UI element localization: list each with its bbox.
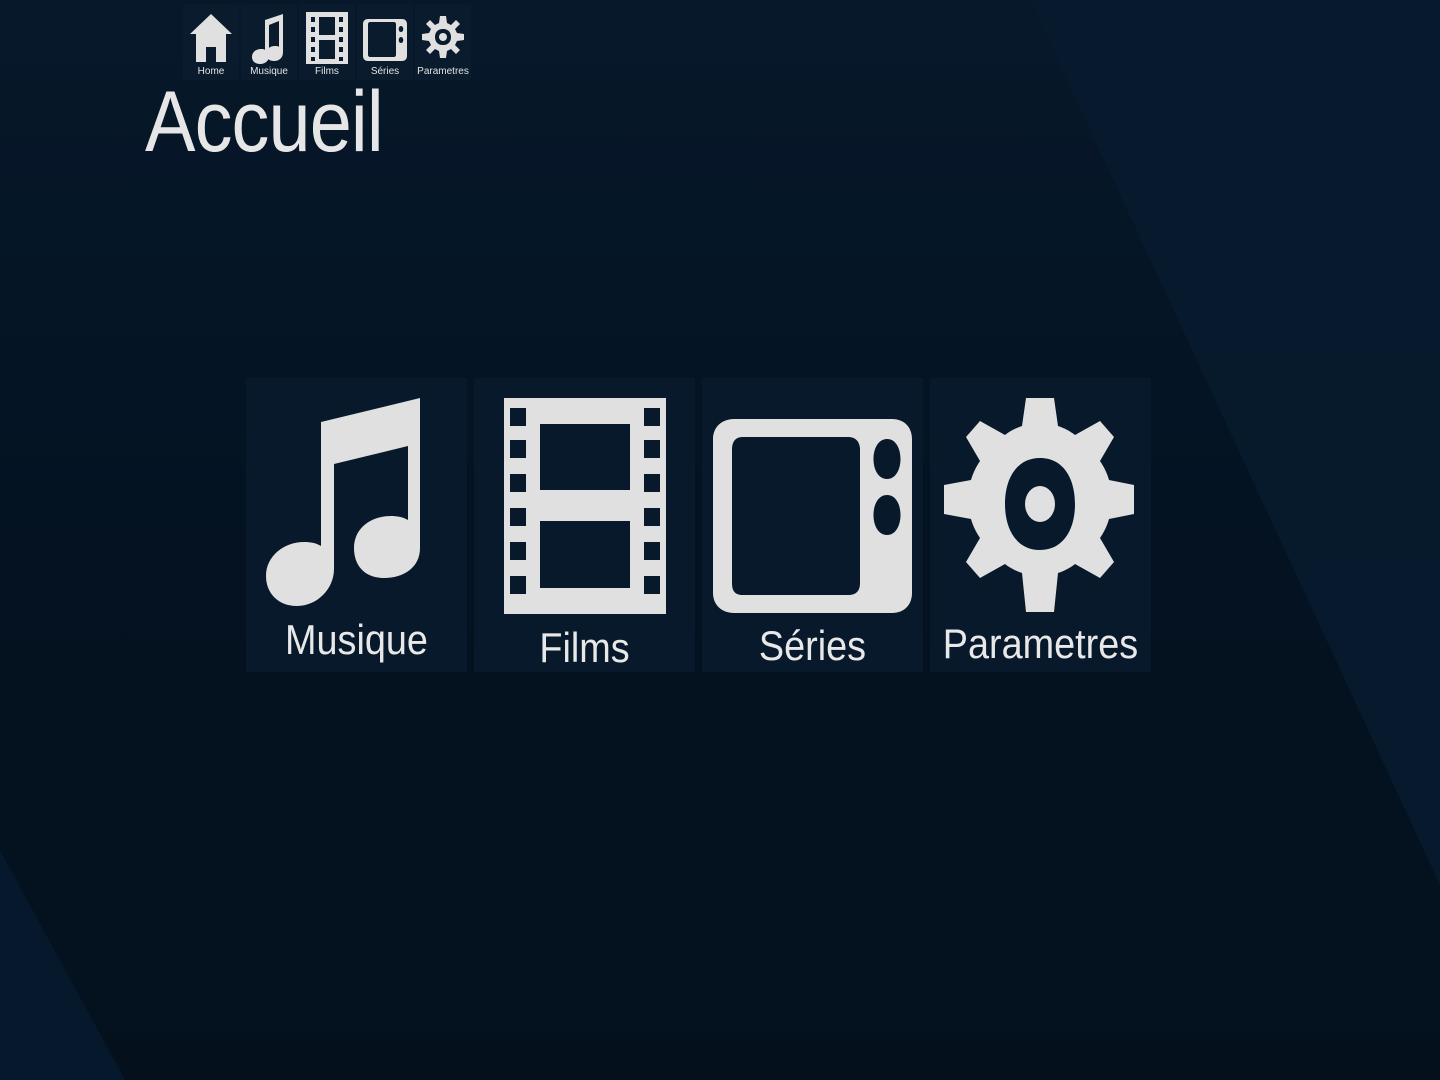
gear-icon bbox=[930, 378, 1151, 628]
tile-films[interactable]: Films bbox=[474, 378, 695, 672]
tile-series-label: Séries bbox=[758, 622, 867, 669]
film-strip-icon bbox=[474, 378, 695, 628]
tile-series[interactable]: Séries bbox=[702, 378, 923, 672]
nav-home[interactable]: Home bbox=[183, 4, 239, 80]
top-navigation: Home Musique Films Séries Parametres bbox=[183, 4, 471, 80]
music-note-icon bbox=[243, 8, 295, 68]
tv-icon bbox=[702, 378, 923, 628]
tile-musique[interactable]: Musique bbox=[246, 378, 467, 672]
nav-parametres-label: Parametres bbox=[417, 66, 469, 77]
tile-musique-label: Musique bbox=[285, 616, 428, 663]
nav-musique[interactable]: Musique bbox=[241, 4, 297, 80]
tv-icon bbox=[359, 8, 411, 68]
nav-films[interactable]: Films bbox=[299, 4, 355, 80]
nav-parametres[interactable]: Parametres bbox=[415, 4, 471, 80]
nav-series[interactable]: Séries bbox=[357, 4, 413, 80]
home-screen: Home Musique Films Séries Parametres Acc… bbox=[0, 0, 1440, 1080]
film-strip-icon bbox=[301, 8, 353, 68]
main-tiles: Musique Films Séries Parametres bbox=[246, 378, 1154, 672]
page-title: Accueil bbox=[145, 74, 384, 170]
music-note-icon bbox=[246, 378, 467, 628]
tile-parametres[interactable]: Parametres bbox=[930, 378, 1151, 672]
home-icon bbox=[185, 8, 237, 68]
tile-parametres-label: Parametres bbox=[942, 620, 1139, 667]
gear-icon bbox=[417, 8, 469, 68]
tile-films-label: Films bbox=[539, 624, 630, 671]
